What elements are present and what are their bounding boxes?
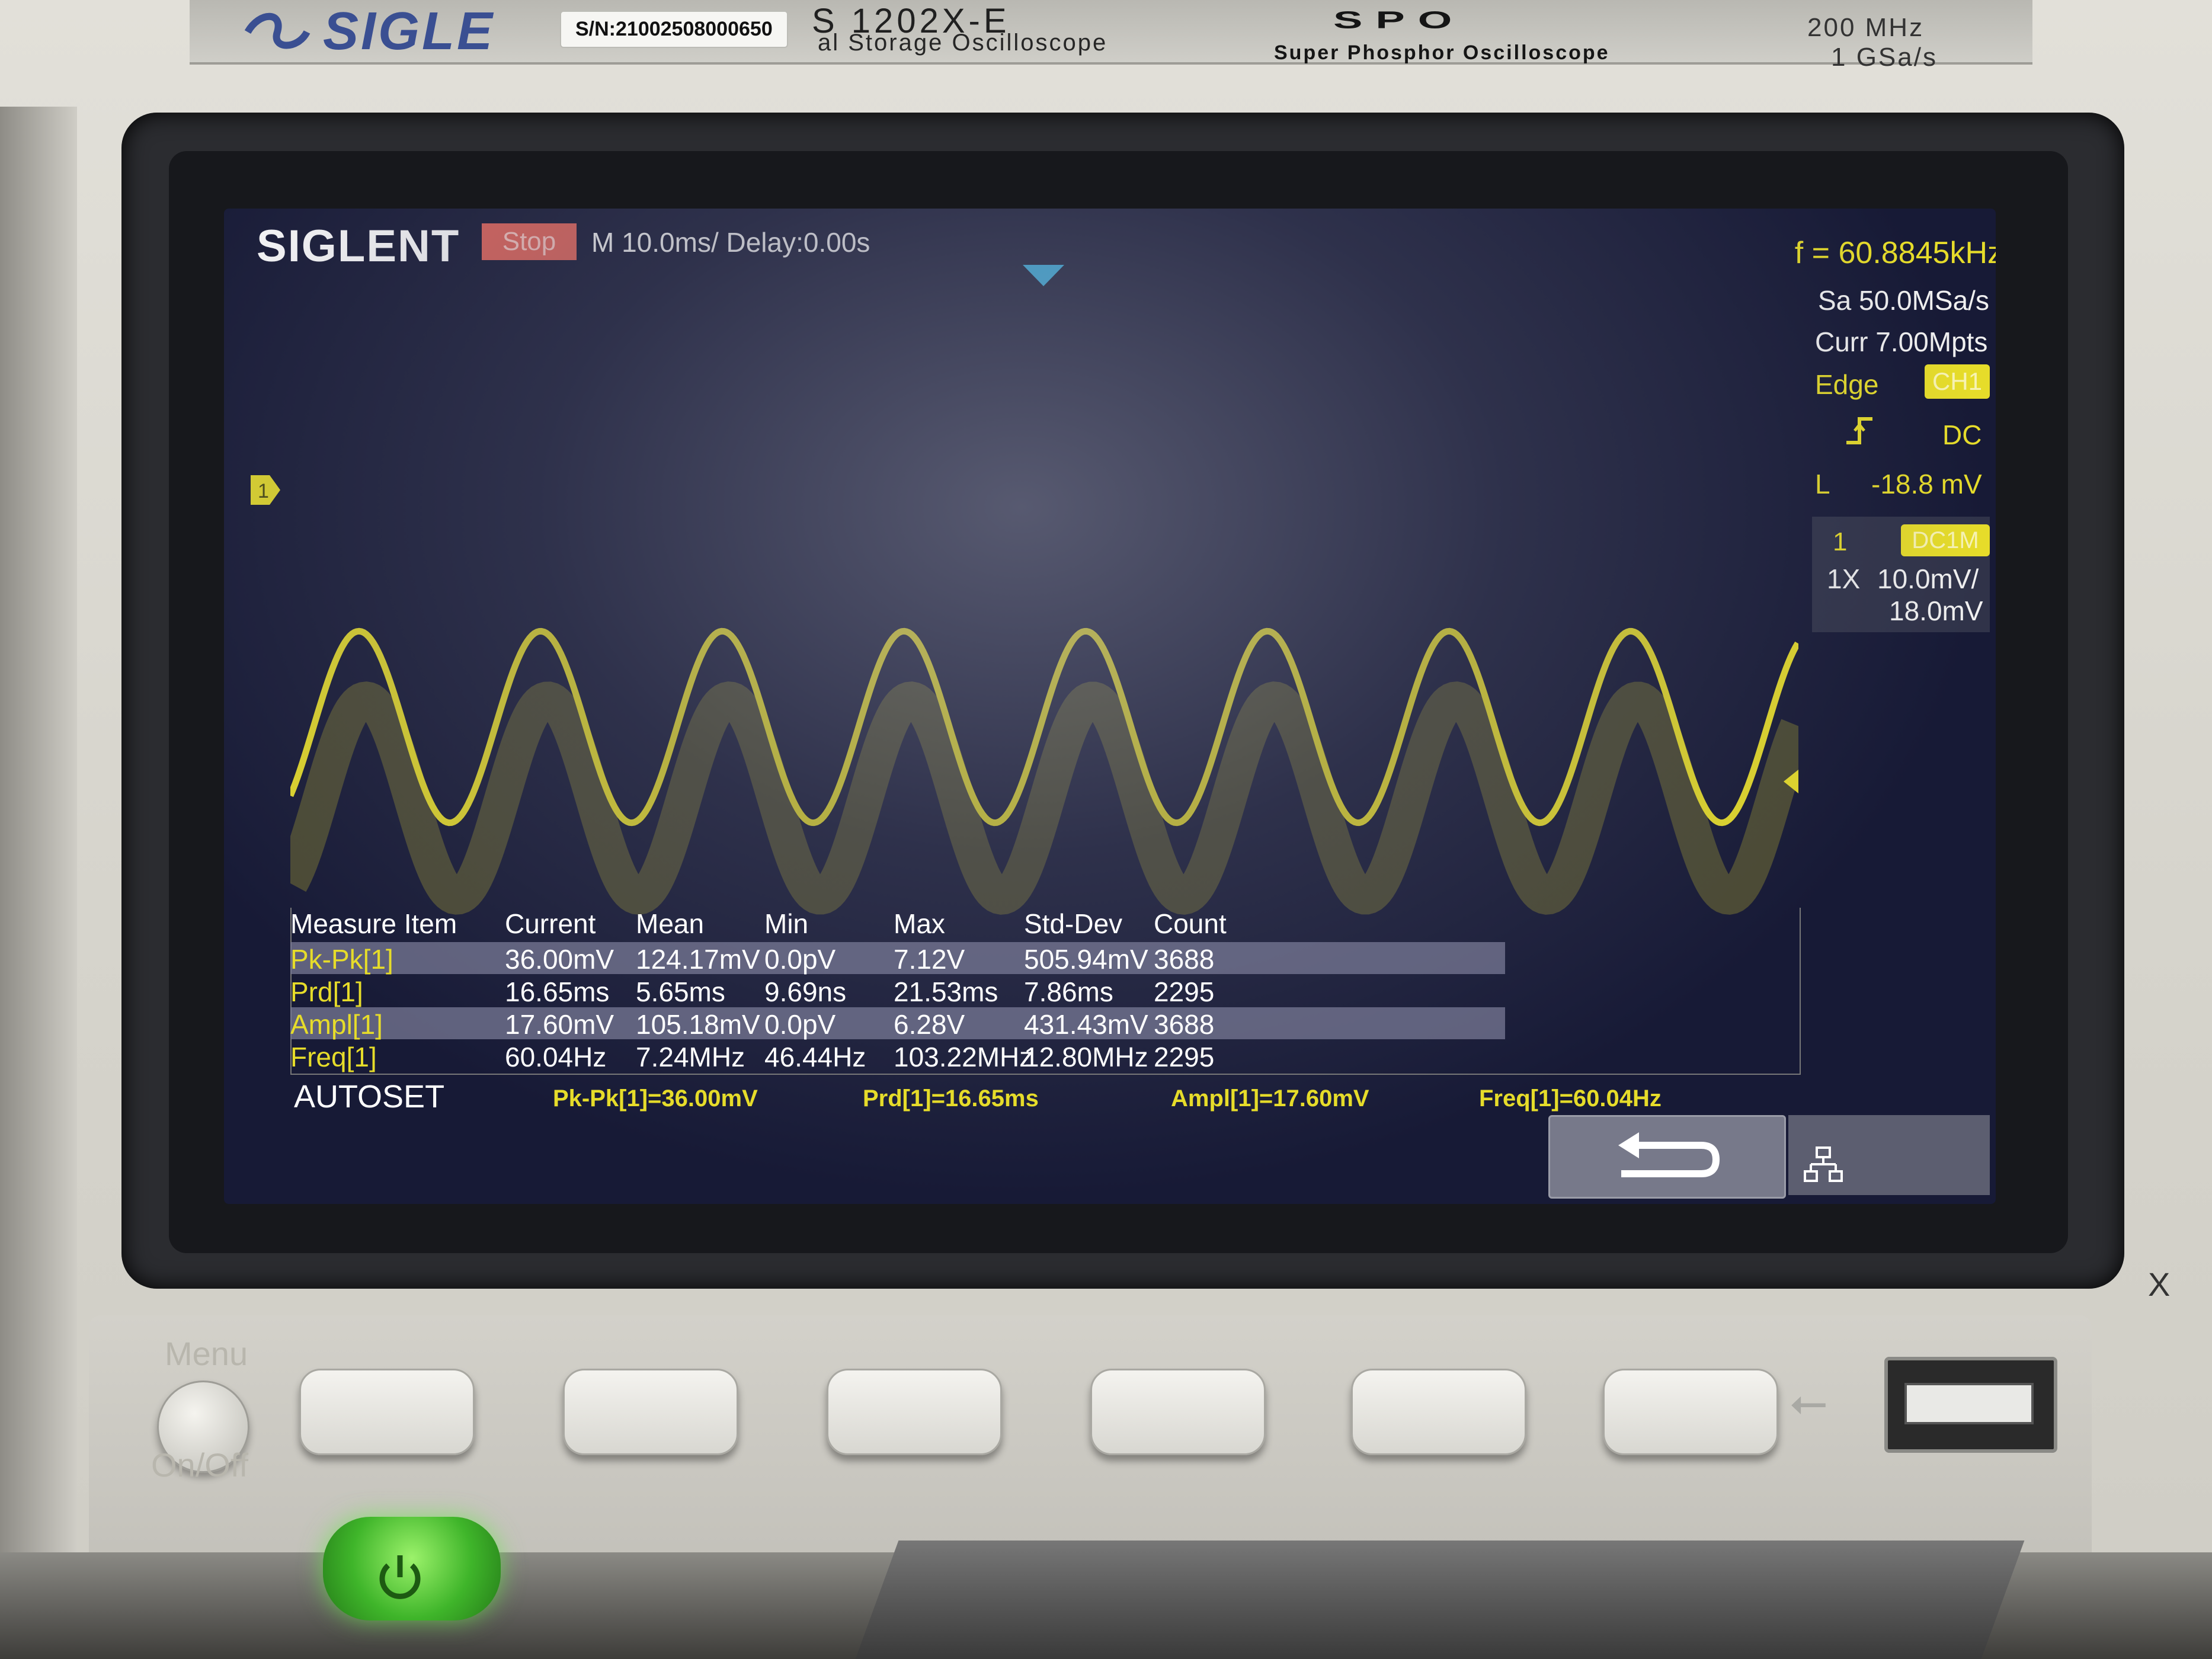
measurement-value: 505.94mV	[1024, 944, 1148, 975]
onoff-label: On/Off	[151, 1446, 248, 1484]
measurement-value: 6.28V	[894, 1009, 965, 1040]
measurement-value: 7.12V	[894, 944, 965, 975]
softkey-4[interactable]	[1090, 1369, 1266, 1455]
run-stop-status[interactable]: Stop	[482, 223, 577, 260]
measurement-header-cell: Min	[764, 908, 809, 939]
quick-measure-freq: Freq[1]=60.04Hz	[1479, 1085, 1662, 1112]
left-edge	[0, 107, 77, 1659]
measurement-value: 2295	[1154, 976, 1215, 1007]
probe-cable	[855, 1540, 2025, 1659]
brand-swirl-icon	[244, 12, 310, 49]
sample-rate-readout: Sa 50.0MSa/s	[1818, 285, 1989, 316]
measurement-value: 46.44Hz	[764, 1042, 866, 1072]
measurement-header-cell: Mean	[636, 908, 705, 939]
power-icon	[379, 1555, 421, 1599]
measurement-value: 17.60mV	[505, 1009, 614, 1040]
usb-icon: ⭠	[1790, 1375, 1827, 1428]
channel-coupling-badge[interactable]: DC1M	[1901, 524, 1990, 556]
measurement-header-cell: Current	[505, 908, 596, 939]
x-label: X	[2148, 1266, 2171, 1303]
bandwidth-spec: 200 MHz	[1807, 13, 1925, 42]
screen-logo: SIGLENT	[257, 221, 460, 271]
quick-measure-ampl: Ampl[1]=17.60mV	[1171, 1085, 1369, 1112]
channel-number: 1	[1833, 527, 1848, 556]
measurement-value: 3688	[1154, 1009, 1215, 1040]
network-icon	[1804, 1146, 1843, 1182]
spo-logo: SPO	[1333, 6, 1465, 34]
trigger-coupling[interactable]: DC	[1942, 419, 1981, 451]
measurement-header-cell: Max	[894, 908, 945, 939]
trace-noise-band	[290, 681, 1798, 915]
quick-measure-pkpk: Pk-Pk[1]=36.00mV	[553, 1085, 758, 1112]
measurement-row[interactable]: Freq[1] 60.04Hz 7.24MHz 46.44Hz 103.22MHz 12.…	[290, 1040, 1505, 1072]
trigger-position-marker-icon	[1023, 265, 1064, 286]
quick-measure-prd: Prd[1]=16.65ms	[863, 1085, 1039, 1112]
measurement-value: 103.22MHz	[894, 1042, 1033, 1072]
frequency-counter: f = 60.8845kHz	[1794, 236, 1996, 270]
trigger-level[interactable]: -18.8 mV	[1871, 468, 1982, 500]
measurement-header-cell: Measure Item	[290, 908, 457, 939]
softkey-2[interactable]	[563, 1369, 738, 1455]
measurement-item-name: Prd[1]	[290, 976, 363, 1007]
sample-rate-spec: 1 GSa/s	[1831, 43, 1938, 72]
measurement-value: 0.0pV	[764, 1009, 836, 1040]
measurement-value: 9.69ns	[764, 976, 847, 1007]
measurement-value: 36.00mV	[505, 944, 614, 975]
measurement-value: 124.17mV	[636, 944, 760, 975]
measurement-value: 105.18mV	[636, 1009, 760, 1040]
timebase-readout[interactable]: M 10.0ms/ Delay:0.00s	[591, 226, 870, 258]
return-arrow-icon	[1618, 1132, 1720, 1177]
measurement-value: 431.43mV	[1024, 1009, 1148, 1040]
usb-port[interactable]	[1884, 1357, 2057, 1453]
measurement-item-name: Freq[1]	[290, 1042, 377, 1072]
measurement-row[interactable]: Ampl[1] 17.60mV 105.18mV 0.0pV 6.28V 431.43mV…	[290, 1007, 1505, 1040]
measurement-value: 60.04Hz	[505, 1042, 607, 1072]
model-description: al Storage Oscilloscope	[818, 30, 1108, 56]
channel-probe-ratio: 1X	[1827, 563, 1861, 594]
spo-subtitle: Super Phosphor Oscilloscope	[1274, 41, 1610, 64]
back-button[interactable]	[1548, 1115, 1786, 1199]
measurement-value: 3688	[1154, 944, 1215, 975]
measurement-row[interactable]: Pk-Pk[1] 36.00mV 124.17mV 0.0pV 7.12V 505.94m…	[290, 942, 1505, 975]
measurement-header-cell: Std-Dev	[1024, 908, 1123, 939]
measurement-value: 7.86ms	[1024, 976, 1113, 1007]
channel-offset: 18.0mV	[1889, 595, 1983, 626]
network-status-button[interactable]	[1788, 1115, 1990, 1195]
trace-persistence-band	[290, 681, 1798, 915]
measurement-row[interactable]: Prd[1] 16.65ms 5.65ms 9.69ns 21.53ms 7.86ms 22…	[290, 975, 1505, 1007]
display-screen: SIGLENT Stop M 10.0ms/ Delay:0.00s f = 6…	[224, 209, 1996, 1204]
ch1-ground-marker-icon[interactable]: 1	[251, 475, 280, 505]
measurement-header-cell: Count	[1154, 908, 1227, 939]
trigger-type[interactable]: Edge	[1815, 369, 1878, 401]
measurement-value: 21.53ms	[894, 976, 998, 1007]
measurement-value: 5.65ms	[636, 976, 725, 1007]
usb-port-slot	[1904, 1383, 2034, 1424]
memory-depth-readout: Curr 7.00Mpts	[1815, 326, 1988, 357]
autoset-label[interactable]: AUTOSET	[294, 1078, 444, 1115]
softkey-1[interactable]	[299, 1369, 475, 1455]
measurement-value: 16.65ms	[505, 976, 610, 1007]
trigger-level-label: L	[1815, 469, 1830, 499]
measurement-item-name: Pk-Pk[1]	[290, 944, 393, 975]
measurement-item-name: Ampl[1]	[290, 1009, 383, 1040]
softkey-3[interactable]	[827, 1369, 1002, 1455]
rising-edge-icon	[1846, 417, 1872, 444]
softkey-6[interactable]	[1603, 1369, 1778, 1455]
measurement-value: 0.0pV	[764, 944, 836, 975]
softkey-5[interactable]	[1351, 1369, 1526, 1455]
ch1-marker-label: 1	[258, 480, 269, 502]
serial-number-label: S/N:21002508000650	[560, 11, 788, 48]
channel-vertical-scale: 10.0mV/	[1877, 563, 1979, 594]
measurement-header-row: Measure Item Current Mean Min Max Std-Dev Coun…	[290, 908, 1798, 940]
measurement-value: 2295	[1154, 1042, 1215, 1072]
brand-logo: SIGLE	[323, 2, 495, 61]
measurement-value: 7.24MHz	[636, 1042, 745, 1072]
trigger-source-badge[interactable]: CH1	[1925, 364, 1990, 399]
measurement-value: 12.80MHz	[1024, 1042, 1148, 1072]
menu-label: Menu	[165, 1335, 248, 1372]
